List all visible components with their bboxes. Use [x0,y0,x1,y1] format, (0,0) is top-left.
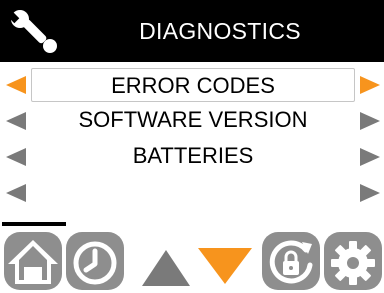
active-tab-indicator [2,222,66,226]
menu-item-box[interactable] [31,175,355,209]
menu-item-batteries[interactable]: BATTERIES [0,138,384,174]
menu-item-box[interactable]: ERROR CODES [31,68,355,102]
page-title: DIAGNOSTICS [139,18,301,44]
settings-button[interactable] [324,232,382,290]
menu-item-box[interactable]: SOFTWARE VERSION [31,103,355,137]
header-bar: DIAGNOSTICS [0,0,384,62]
home-button[interactable] [4,232,62,290]
menu-item-label: BATTERIES [132,143,254,168]
menu-item-label: ERROR CODES [111,73,275,98]
menu-item-software-version[interactable]: SOFTWARE VERSION [0,102,384,138]
right-arrow-icon[interactable] [358,174,382,210]
left-arrow-icon[interactable] [4,174,28,210]
clock-button[interactable] [66,232,124,290]
footer-bar [0,222,384,290]
left-arrow-icon[interactable] [4,138,28,174]
up-arrow-icon[interactable] [140,248,192,293]
left-arrow-icon[interactable] [4,66,28,102]
right-arrow-icon[interactable] [358,138,382,174]
lock-button[interactable] [262,232,320,290]
wrench-icon[interactable] [7,9,60,55]
menu-item-box[interactable]: BATTERIES [31,139,355,173]
left-arrow-icon[interactable] [4,102,28,138]
menu-item-empty[interactable] [0,174,384,210]
right-arrow-icon[interactable] [358,66,382,102]
right-arrow-icon[interactable] [358,102,382,138]
down-arrow-icon[interactable] [196,246,254,291]
menu-item-error-codes[interactable]: ERROR CODES [0,66,384,102]
menu-item-label: SOFTWARE VERSION [78,107,308,132]
menu-list: ERROR CODES SOFTWARE VERSION BATTERIES [0,62,384,207]
